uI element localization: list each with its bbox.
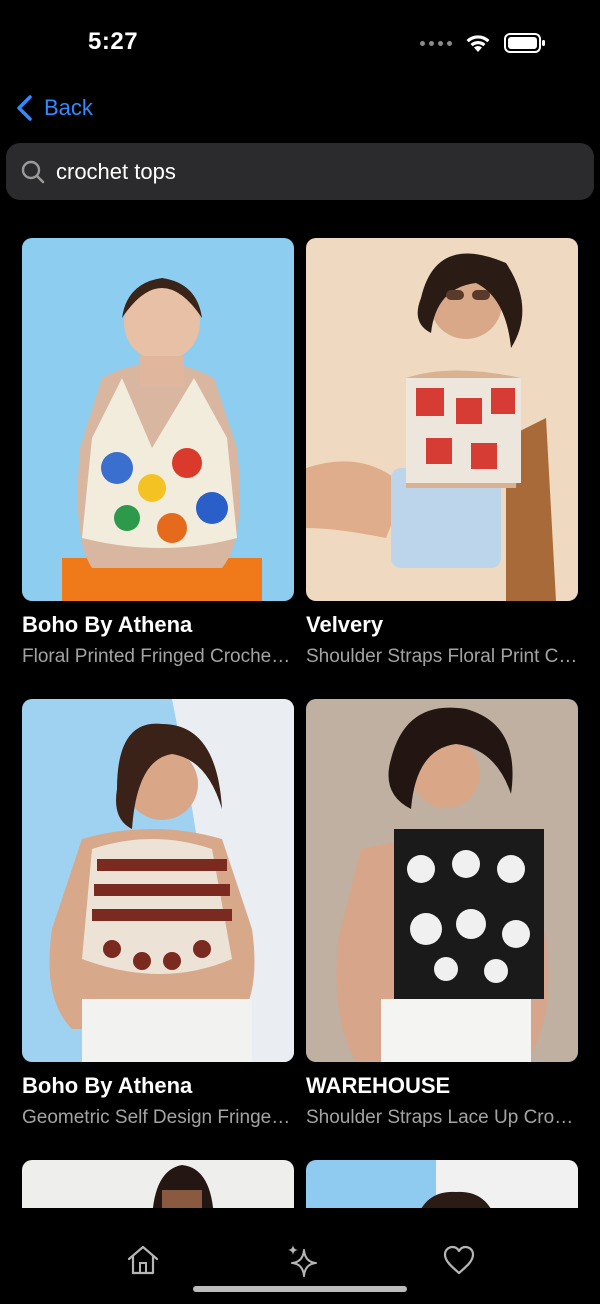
wifi-icon	[466, 35, 490, 52]
tab-bar	[0, 1208, 600, 1304]
status-icons	[420, 32, 546, 54]
product-brand: Boho By Athena	[22, 612, 193, 637]
product-card[interactable]: WAREHOUSE Shoulder Straps Lace Up Croche…	[306, 699, 578, 1128]
heart-icon	[443, 1245, 475, 1275]
product-description: Shoulder Straps Floral Print Crochet Top	[306, 646, 578, 667]
product-description: Geometric Self Design Fringed Crop Top	[22, 1107, 294, 1128]
back-button[interactable]: Back	[14, 90, 93, 126]
back-label: Back	[44, 95, 93, 120]
sparkles-icon	[288, 1245, 317, 1277]
chevron-left-icon	[17, 95, 32, 121]
search-icon	[21, 160, 45, 183]
product-image[interactable]	[306, 238, 578, 601]
product-card[interactable]: Boho By Athena Floral Printed Fringed Cr…	[22, 238, 294, 667]
product-image[interactable]	[306, 699, 578, 1062]
home-indicator	[193, 1286, 407, 1292]
product-image[interactable]	[22, 238, 294, 601]
product-card[interactable]: Boho By Athena Geometric Self Design Fri…	[22, 699, 294, 1128]
tab-home[interactable]	[121, 1238, 165, 1282]
cellular-signal-icon	[420, 40, 452, 46]
product-brand: Boho By Athena	[22, 1073, 193, 1098]
product-brand: Velvery	[306, 612, 384, 637]
product-description: Floral Printed Fringed Crochet Crop Top	[22, 646, 294, 667]
tab-discover[interactable]	[280, 1238, 324, 1282]
product-card[interactable]: Velvery Shoulder Straps Floral Print Cro…	[306, 238, 578, 667]
status-time: 5:27	[88, 28, 139, 55]
product-description: Shoulder Straps Lace Up Crochet Top	[306, 1107, 578, 1128]
search-input[interactable]	[56, 158, 576, 185]
status-bar: 5:27	[0, 0, 600, 88]
battery-icon	[504, 33, 545, 53]
product-image[interactable]	[22, 699, 294, 1062]
search-bar[interactable]	[6, 143, 594, 200]
home-icon	[127, 1245, 159, 1275]
product-brand: WAREHOUSE	[306, 1073, 451, 1098]
tab-favorites[interactable]	[437, 1238, 481, 1282]
